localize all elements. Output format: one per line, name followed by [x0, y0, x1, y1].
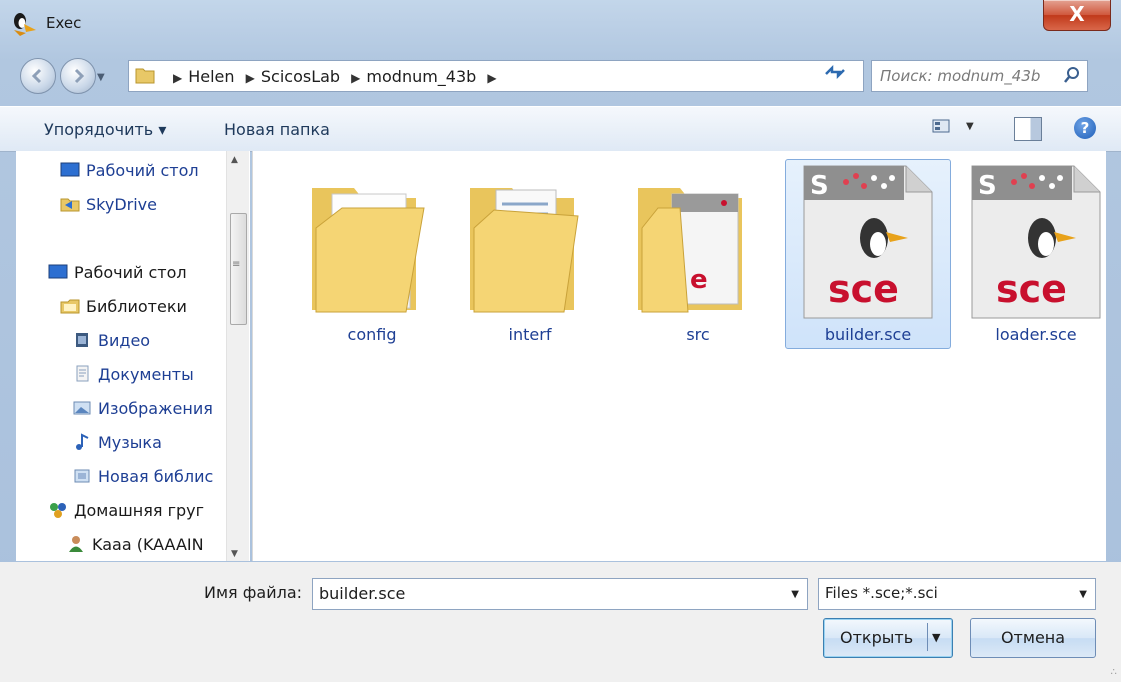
- search-input[interactable]: Поиск: modnum_43b: [871, 60, 1088, 92]
- navigation-scrollbar[interactable]: ▲ ≡ ▼: [226, 151, 249, 561]
- scroll-up-icon[interactable]: ▲: [231, 155, 238, 165]
- breadcrumb: ▶ Helen ▶ ScicosLab ▶ modnum_43b ▶: [173, 67, 497, 86]
- svg-text:S: S: [810, 171, 829, 201]
- close-icon: X: [1069, 2, 1085, 26]
- resize-grip-icon[interactable]: ∴: [1111, 667, 1118, 678]
- cancel-button-label: Отмена: [1000, 628, 1066, 647]
- arrow-left-icon: [31, 68, 42, 84]
- search-placeholder: Поиск: modnum_43b: [880, 67, 1041, 85]
- sce-file-icon: S sce: [803, 165, 933, 319]
- file-type-value: Files *.sce;*.sci: [825, 584, 938, 602]
- command-toolbar: Упорядочить ▾ Новая папка ▼ ?: [0, 106, 1121, 152]
- open-button[interactable]: Открыть ▼: [823, 618, 953, 658]
- recent-pages-dropdown-icon[interactable]: ▼: [97, 72, 105, 83]
- chevron-down-icon[interactable]: ▼: [1079, 589, 1087, 600]
- sce-badge: sce: [996, 267, 1067, 311]
- file-item[interactable]: e src: [615, 159, 781, 349]
- breadcrumb-item[interactable]: modnum_43b: [366, 67, 476, 86]
- navigation-pane: Рабочий стол SkyDrive Рабочий стол Библи…: [16, 151, 250, 561]
- file-item[interactable]: interf: [447, 159, 613, 349]
- folder-icon: [135, 68, 155, 84]
- scicoslab-penguin-icon: [14, 13, 36, 36]
- breadcrumb-item[interactable]: Helen: [188, 67, 234, 86]
- sce-file-icon: S sce: [971, 165, 1101, 319]
- breadcrumb-item[interactable]: ScicosLab: [261, 67, 340, 86]
- file-open-dialog: Exec X ▼ ▶ Helen ▶ ScicosLab ▶ modnum_43b: [0, 0, 1121, 682]
- search-icon[interactable]: [1063, 66, 1081, 84]
- split-divider: [927, 623, 928, 651]
- forward-button[interactable]: [60, 58, 96, 94]
- open-button-label: Открыть: [840, 628, 914, 647]
- filename-label: Имя файла:: [204, 583, 303, 602]
- pictures-icon: [73, 401, 91, 415]
- file-name: interf: [508, 325, 552, 344]
- video-icon: [76, 333, 88, 347]
- file-item[interactable]: S sce loader.sce: [953, 159, 1119, 349]
- documents-icon: [76, 365, 89, 382]
- cancel-button[interactable]: Отмена: [970, 618, 1096, 658]
- dialog-footer: Имя файла: builder.sce ▼ Files *.sce;*.s…: [0, 562, 1121, 682]
- organize-button[interactable]: Упорядочить ▾: [44, 120, 166, 139]
- chevron-down-icon[interactable]: ▼: [791, 589, 799, 600]
- arrow-right-icon: [74, 68, 85, 84]
- file-name: src: [686, 325, 710, 344]
- folder-icon: e: [638, 188, 742, 313]
- preview-pane-icon[interactable]: [1014, 117, 1042, 141]
- folder-icon: [312, 188, 425, 313]
- desktop-icon: [48, 264, 68, 279]
- open-options-dropdown-icon[interactable]: ▼: [932, 631, 940, 644]
- window-title: Exec: [46, 14, 82, 32]
- library-icon: [74, 469, 90, 483]
- view-dropdown-icon[interactable]: ▼: [966, 121, 974, 132]
- folder-icon: [470, 188, 579, 313]
- scroll-down-icon[interactable]: ▼: [231, 549, 238, 559]
- scroll-grip-icon: ≡: [232, 259, 241, 270]
- view-options-icon[interactable]: [932, 119, 950, 133]
- refresh-icon[interactable]: [823, 62, 849, 88]
- new-folder-button[interactable]: Новая папка: [224, 120, 330, 139]
- file-item-selected[interactable]: S sce builder.sce: [785, 159, 951, 349]
- address-bar[interactable]: ▶Helen ▶ScicosLab ▶modnum_43b ▶ ▼: [128, 60, 943, 92]
- file-type-select[interactable]: Files *.sce;*.sci ▼: [818, 578, 1096, 610]
- address-row: ▼ ▶Helen ▶ScicosLab ▶modnum_43b ▶ ▼ Поис…: [0, 54, 1121, 98]
- sce-badge: sce: [828, 267, 899, 311]
- user-icon: [69, 536, 83, 552]
- title-bar: Exec X: [0, 0, 1121, 44]
- svg-text:S: S: [978, 171, 997, 201]
- libraries-icon: [60, 299, 80, 314]
- file-list: config interf e src S sce builder.sce S …: [252, 151, 1106, 561]
- file-name: loader.sce: [995, 325, 1077, 344]
- skydrive-icon: [60, 198, 80, 212]
- homegroup-icon: [50, 503, 66, 518]
- file-name: builder.sce: [824, 325, 912, 344]
- back-button[interactable]: [20, 58, 56, 94]
- filename-value: builder.sce: [319, 584, 406, 603]
- music-icon: [76, 433, 89, 450]
- file-name: config: [347, 325, 397, 344]
- desktop-icon: [60, 162, 80, 177]
- file-item[interactable]: config: [289, 159, 455, 349]
- svg-text:e: e: [690, 265, 708, 295]
- help-icon[interactable]: ?: [1074, 117, 1096, 139]
- filename-input[interactable]: builder.sce ▼: [312, 578, 808, 610]
- close-button[interactable]: X: [1043, 0, 1111, 31]
